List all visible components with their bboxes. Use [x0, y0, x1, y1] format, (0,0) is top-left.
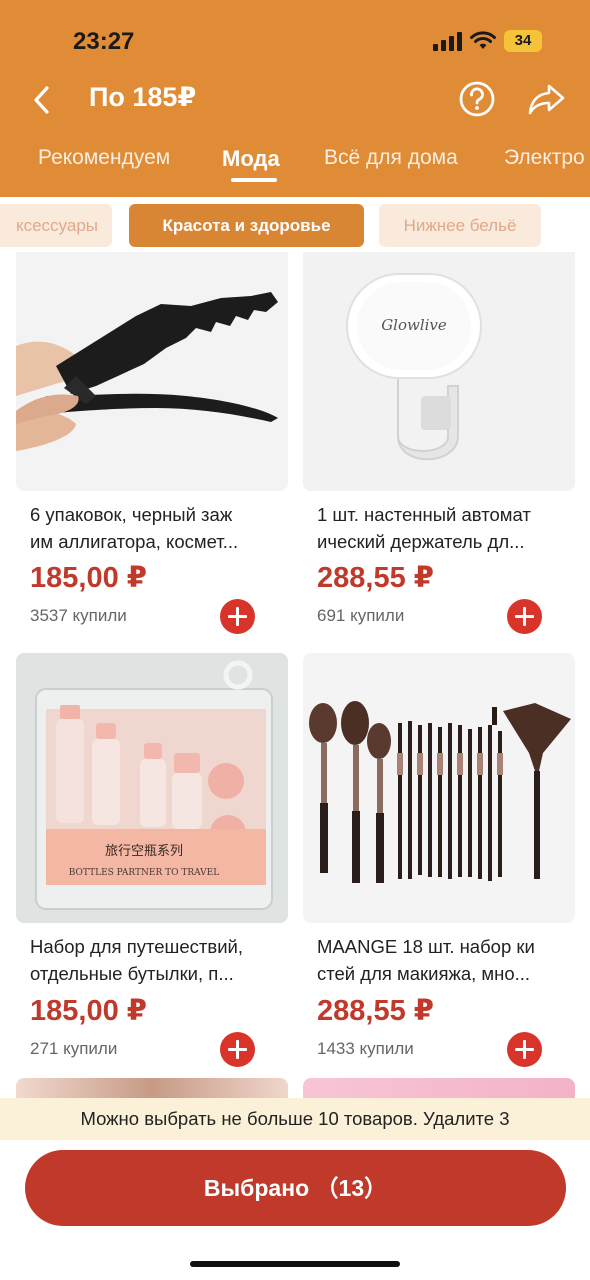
chevron-left-icon	[34, 86, 49, 114]
wifi-icon	[470, 31, 496, 49]
add-to-cart-button[interactable]	[507, 1032, 542, 1067]
topbar: По 185₽	[0, 72, 590, 128]
home-indicator	[190, 1261, 400, 1267]
category-tabs: Рекомендуем Мода Всё для дома Электро	[0, 140, 590, 190]
status-time: 23:27	[73, 28, 135, 55]
header: 23:27 34 По 185₽ Рекомендуем Мода Всё дл…	[0, 0, 590, 197]
product-card[interactable]: 6 упаковок, черный заж им аллигатора, ко…	[16, 252, 288, 636]
product-title: MAANGE 18 шт. набор ки стей для макияжа,…	[317, 936, 535, 984]
package-text-cn: 旅行空瓶系列	[105, 844, 183, 859]
makeup-brushes-image	[309, 701, 571, 883]
sold-count: 3537 купили	[30, 606, 127, 625]
sold-count: 271 купили	[30, 1039, 118, 1058]
share-arrow-icon	[528, 84, 565, 115]
product-price: 288,55 ₽	[317, 562, 434, 594]
tab-home[interactable]: Всё для дома	[324, 146, 458, 170]
battery-icon: 34	[504, 30, 542, 52]
product-price: 288,55 ₽	[317, 995, 434, 1027]
product-price: 185,00 ₽	[30, 562, 147, 594]
product-card[interactable]: 旅行空瓶系列 BOTTLES PARTNER TO TRAVEL Набор д…	[16, 653, 288, 1073]
chip-underwear[interactable]: Нижнее бельё	[379, 204, 541, 247]
status-icons: 34	[433, 30, 542, 52]
product-title: 1 шт. настенный автомат ический держател…	[317, 504, 531, 552]
chip-beauty-health[interactable]: Красота и здоровье	[129, 204, 364, 247]
wall-holder-image: Glowlive	[346, 273, 482, 461]
product-card[interactable]: Glowlive 1 шт. настенный автомат ический…	[303, 252, 575, 636]
tab-recommended[interactable]: Рекомендуем	[38, 146, 170, 170]
bottom-bar: Выбрано （13）	[0, 1140, 590, 1280]
signal-icon	[433, 31, 462, 51]
product-image	[16, 252, 288, 491]
chip-accessories[interactable]: ксессуары	[0, 204, 112, 247]
product-image: 旅行空瓶系列 BOTTLES PARTNER TO TRAVEL	[16, 653, 288, 923]
tab-electronics[interactable]: Электро	[504, 146, 585, 170]
sold-count: 691 купили	[317, 606, 405, 625]
share-button[interactable]	[527, 80, 567, 118]
help-button[interactable]	[458, 80, 496, 118]
active-tab-indicator	[231, 178, 277, 182]
page-title: По 185₽	[89, 82, 197, 112]
product-grid: 6 упаковок, черный заж им аллигатора, ко…	[0, 252, 590, 1102]
package-text-en: BOTTLES PARTNER TO TRAVEL	[69, 868, 219, 878]
subcategory-chips: ксессуары Красота и здоровье Нижнее бель…	[0, 197, 590, 257]
product-price: 185,00 ₽	[30, 995, 147, 1027]
product-title: 6 упаковок, черный заж им аллигатора, ко…	[30, 504, 239, 552]
product-image: Glowlive	[303, 252, 575, 491]
product-title: Набор для путешествий, отдельные бутылки…	[30, 936, 244, 984]
add-to-cart-button[interactable]	[507, 599, 542, 634]
tab-fashion[interactable]: Мода	[222, 146, 280, 172]
hair-clip-image	[16, 292, 278, 451]
sold-count: 1433 купили	[317, 1039, 414, 1058]
back-button[interactable]	[24, 82, 60, 118]
travel-bottles-image: 旅行空瓶系列 BOTTLES PARTNER TO TRAVEL	[35, 660, 273, 910]
add-to-cart-button[interactable]	[220, 1032, 255, 1067]
selected-button[interactable]: Выбрано （13）	[25, 1150, 566, 1226]
product-card[interactable]: MAANGE 18 шт. набор ки стей для макияжа,…	[303, 653, 575, 1073]
brand-text: Glowlive	[381, 316, 447, 334]
product-image	[303, 653, 575, 923]
question-circle-icon	[459, 81, 495, 117]
add-to-cart-button[interactable]	[220, 599, 255, 634]
selection-limit-notice: Можно выбрать не больше 10 товаров. Удал…	[0, 1098, 590, 1140]
